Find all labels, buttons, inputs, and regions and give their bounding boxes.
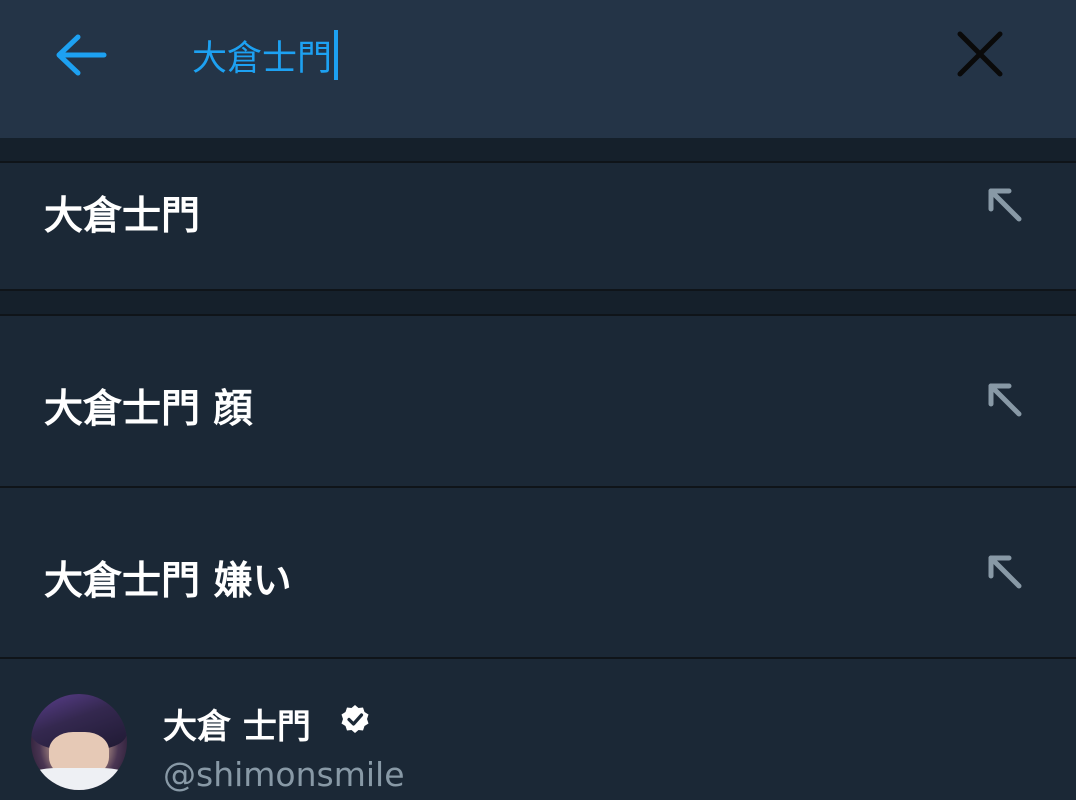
suggestion-label: 大倉士門	[44, 194, 201, 239]
search-screen: 大倉士門 大倉士門 大倉士門 顔 大倉士門 嫌い 大倉 士門 @shimonsm…	[0, 0, 1076, 800]
arrow-left-icon	[56, 34, 107, 76]
back-button[interactable]	[40, 20, 120, 90]
search-header: 大倉士門	[0, 0, 1076, 138]
search-query-text[interactable]: 大倉士門	[192, 30, 332, 81]
suggestion-row[interactable]: 大倉士門 嫌い	[0, 488, 1076, 657]
text-caret	[334, 30, 339, 80]
suggestion-row[interactable]: 大倉士門	[0, 163, 1076, 289]
section-gap	[0, 138, 1076, 162]
avatar[interactable]	[31, 694, 127, 790]
close-icon	[957, 31, 1003, 77]
user-display-name: 大倉 士門	[163, 707, 311, 747]
suggestion-row[interactable]: 大倉士門 顔	[0, 316, 1076, 486]
arrow-up-left-icon[interactable]	[985, 380, 1025, 420]
suggestion-label: 大倉士門 顔	[44, 387, 253, 432]
search-input[interactable]: 大倉士門	[192, 22, 892, 88]
suggestion-label: 大倉士門 嫌い	[44, 559, 292, 604]
avatar-shirt	[31, 768, 127, 790]
section-gap	[0, 291, 1076, 314]
user-handle: @shimonsmile	[163, 755, 405, 794]
clear-button[interactable]	[940, 16, 1020, 92]
verified-badge-icon	[341, 705, 369, 733]
arrow-up-left-icon[interactable]	[985, 552, 1025, 592]
arrow-up-left-icon[interactable]	[985, 185, 1025, 225]
user-result-row[interactable]: 大倉 士門 @shimonsmile	[0, 659, 1076, 800]
